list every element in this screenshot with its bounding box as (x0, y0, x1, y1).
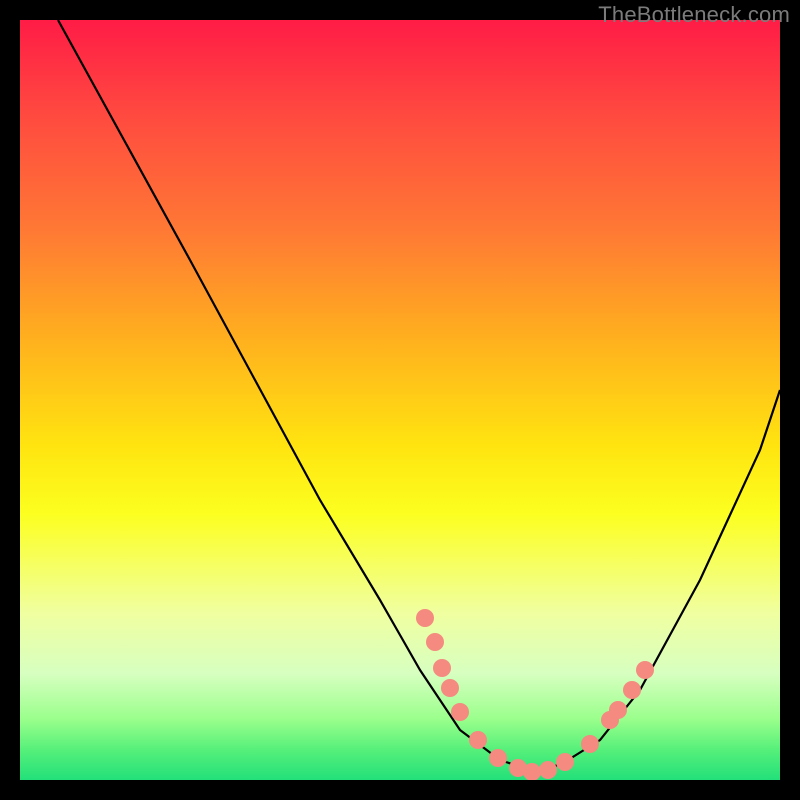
data-point (469, 731, 487, 749)
data-point (416, 609, 434, 627)
data-point (609, 701, 627, 719)
plot-area (20, 20, 780, 780)
data-point (539, 761, 557, 779)
data-markers (416, 609, 654, 780)
data-point (426, 633, 444, 651)
data-point (433, 659, 451, 677)
data-point (623, 681, 641, 699)
data-point (441, 679, 459, 697)
chart-svg (20, 20, 780, 780)
chart-frame (0, 0, 800, 800)
watermark-text: TheBottleneck.com (598, 2, 790, 28)
bottleneck-curve (58, 20, 780, 770)
data-point (489, 749, 507, 767)
data-point (451, 703, 469, 721)
data-point (636, 661, 654, 679)
data-point (581, 735, 599, 753)
data-point (556, 753, 574, 771)
